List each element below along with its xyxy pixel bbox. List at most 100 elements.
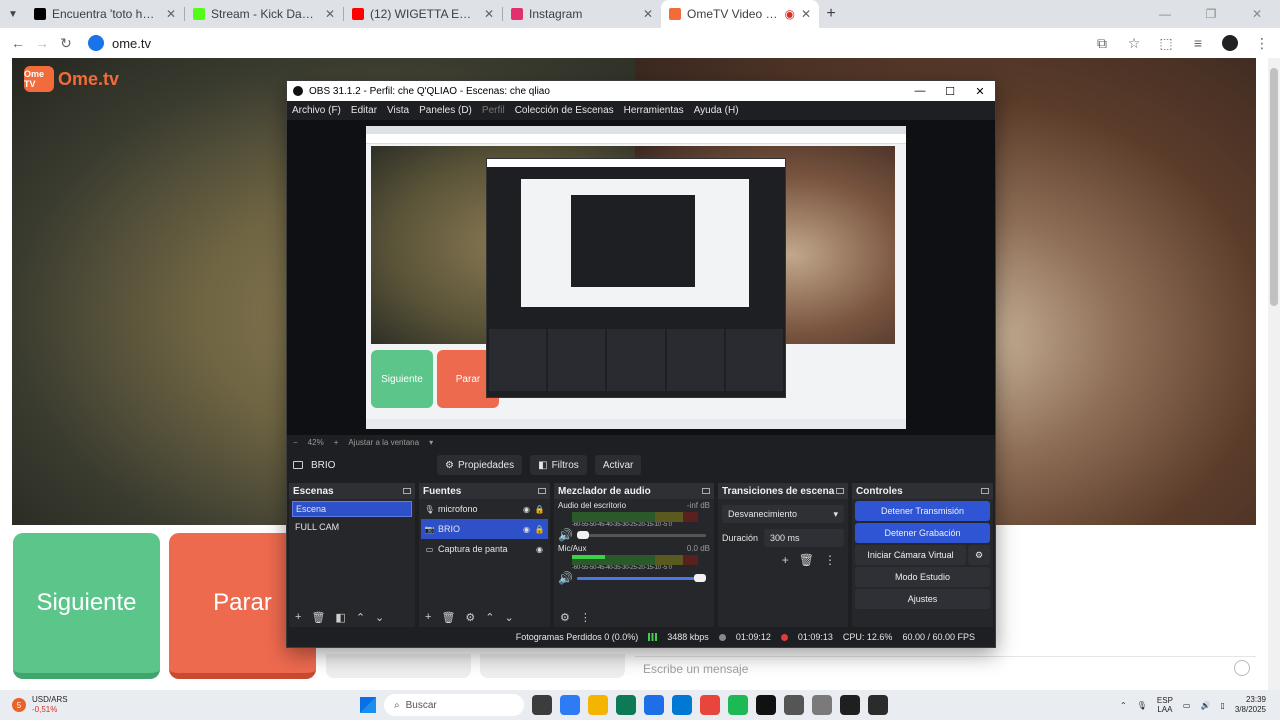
chrome-icon[interactable] <box>700 695 720 715</box>
tray-overflow-icon[interactable]: ⌃ <box>1120 701 1127 710</box>
duration-input[interactable]: 300 ms <box>764 529 844 547</box>
browser-tab[interactable]: Instagram ✕ <box>503 0 661 28</box>
undock-icon[interactable] <box>702 488 710 494</box>
browser-tab[interactable]: Encuentra 'toto habla de coker ✕ <box>26 0 184 28</box>
store-icon[interactable] <box>644 695 664 715</box>
remove-transition-icon[interactable]: 🗑 <box>799 553 814 567</box>
mixer-menu-icon[interactable]: ⋮ <box>580 611 591 624</box>
move-down-icon[interactable]: ⌄ <box>505 611 514 624</box>
close-window-icon[interactable]: ✕ <box>965 85 995 98</box>
outlook-icon[interactable] <box>672 695 692 715</box>
maximize-icon[interactable]: ☐ <box>935 85 965 98</box>
app-icon[interactable] <box>784 695 804 715</box>
eye-icon[interactable]: ◉ <box>535 545 544 554</box>
new-tab-button[interactable]: + <box>819 0 843 28</box>
source-item-brio[interactable]: 📷 BRIO ◉ 🔒 <box>421 519 548 539</box>
windows-start-icon[interactable] <box>360 697 376 713</box>
close-tab-icon[interactable]: ✕ <box>801 7 811 21</box>
stop-recording-button[interactable]: Detener Grabación <box>855 523 990 543</box>
reload-icon[interactable]: ↻ <box>54 31 78 55</box>
stop-stream-button[interactable]: Detener Transmisión <box>855 501 990 521</box>
eye-icon[interactable]: ◉ <box>522 525 531 534</box>
site-info-icon[interactable] <box>88 35 104 51</box>
add-transition-icon[interactable]: + <box>782 553 789 567</box>
scrollbar-thumb[interactable] <box>1270 68 1278 306</box>
menu-vista[interactable]: Vista <box>387 105 409 116</box>
add-scene-icon[interactable]: + <box>295 611 301 623</box>
menu-coleccion-escenas[interactable]: Colección de Escenas <box>515 105 614 116</box>
close-tab-icon[interactable]: ✕ <box>484 7 494 21</box>
media-controls-icon[interactable]: ≡ <box>1186 31 1210 55</box>
browser-menu-icon[interactable]: ⋮ <box>1250 31 1274 55</box>
undock-icon[interactable] <box>836 488 844 494</box>
fader-track[interactable] <box>576 530 706 539</box>
studio-mode-button[interactable]: Modo Estudio <box>855 567 990 587</box>
add-source-icon[interactable]: + <box>425 611 431 623</box>
scene-item[interactable]: Escena <box>292 501 412 517</box>
kick-app-icon[interactable] <box>756 695 776 715</box>
move-up-icon[interactable]: ⌃ <box>485 611 494 624</box>
next-button[interactable]: Siguiente <box>13 533 160 679</box>
volume-fader[interactable]: 🔊 <box>558 528 710 542</box>
filters-button[interactable]: ◧ Filtros <box>530 455 587 475</box>
emoji-icon[interactable] <box>1234 660 1250 676</box>
zoom-in-button[interactable]: + <box>334 438 339 447</box>
menu-archivo[interactable]: Archivo (F) <box>292 105 341 116</box>
menu-herramientas[interactable]: Herramientas <box>624 105 684 116</box>
copilot-icon[interactable] <box>560 695 580 715</box>
close-tab-icon[interactable]: ✕ <box>325 7 335 21</box>
cast-icon[interactable]: ⧉ <box>1090 31 1114 55</box>
scene-filters-icon[interactable]: ◧ <box>335 611 345 624</box>
undock-icon[interactable] <box>403 488 411 494</box>
scene-item[interactable]: FULL CAM <box>292 519 412 535</box>
restore-icon[interactable]: ❐ <box>1188 0 1234 28</box>
source-item-captura[interactable]: ▭ Captura de panta ◉ <box>421 539 548 559</box>
lock-icon[interactable]: 🔒 <box>535 505 545 514</box>
network-tray-icon[interactable]: ▭ <box>1183 701 1191 710</box>
undock-icon[interactable] <box>538 488 546 494</box>
advanced-audio-icon[interactable]: ⚙ <box>560 611 570 624</box>
start-virtual-camera-button[interactable]: Iniciar Cámara Virtual <box>855 545 966 565</box>
app-icon[interactable] <box>840 695 860 715</box>
forward-icon[interactable]: → <box>30 31 54 55</box>
bookmark-star-icon[interactable]: ☆ <box>1122 31 1146 55</box>
tab-search-icon[interactable]: ▼ <box>0 0 26 28</box>
close-tab-icon[interactable]: ✕ <box>643 7 653 21</box>
hidden-button[interactable] <box>480 654 625 678</box>
source-item-microfono[interactable]: 🎙 microfono ◉ 🔒 <box>421 499 548 519</box>
hidden-button[interactable] <box>326 654 471 678</box>
transition-menu-icon[interactable]: ⋮ <box>824 553 836 567</box>
minimize-icon[interactable]: — <box>905 85 935 98</box>
ometv-logo[interactable]: Ome TV Ome.tv <box>24 66 119 92</box>
volume-tray-icon[interactable]: 🔊 <box>1200 701 1210 710</box>
obs-preview-canvas[interactable]: Siguiente Parar <box>366 126 906 429</box>
speaker-icon[interactable]: 🔊 <box>558 571 573 585</box>
fader-knob[interactable] <box>577 530 590 539</box>
minimize-icon[interactable]: — <box>1142 0 1188 28</box>
move-up-icon[interactable]: ⌃ <box>356 611 365 624</box>
chat-input[interactable]: Escribe un mensaje <box>635 656 1256 680</box>
menu-ayuda[interactable]: Ayuda (H) <box>694 105 739 116</box>
remove-source-icon[interactable]: 🗑 <box>441 611 455 624</box>
fader-track[interactable] <box>576 573 706 582</box>
fit-to-window-button[interactable]: Ajustar a la ventana <box>348 438 419 447</box>
edge-icon[interactable] <box>616 695 636 715</box>
obs-preview-area[interactable]: Siguiente Parar <box>287 120 995 435</box>
stock-widget[interactable]: 5 USD/ARS -0,51% <box>0 695 360 715</box>
profile-avatar[interactable] <box>1218 31 1242 55</box>
page-scrollbar[interactable] <box>1268 58 1280 690</box>
address-bar[interactable]: ome.tv <box>88 31 1090 55</box>
browser-tab[interactable]: (12) WIGETTA EXTREMO - COM ✕ <box>344 0 502 28</box>
transition-select[interactable]: Desvanecimiento ▾ <box>722 505 844 523</box>
settings-button[interactable]: Ajustes <box>855 589 990 609</box>
file-explorer-icon[interactable] <box>588 695 608 715</box>
eye-icon[interactable]: ◉ <box>522 505 531 514</box>
menu-perfil[interactable]: Perfil <box>482 105 505 116</box>
properties-button[interactable]: ⚙ Propiedades <box>437 455 523 475</box>
menu-editar[interactable]: Editar <box>351 105 377 116</box>
settings-app-icon[interactable] <box>812 695 832 715</box>
microphone-tray-icon[interactable]: 🎙 <box>1137 701 1147 710</box>
menu-paneles[interactable]: Paneles (D) <box>419 105 472 116</box>
task-view-icon[interactable] <box>532 695 552 715</box>
zoom-dropdown-icon[interactable]: ▾ <box>429 438 433 447</box>
